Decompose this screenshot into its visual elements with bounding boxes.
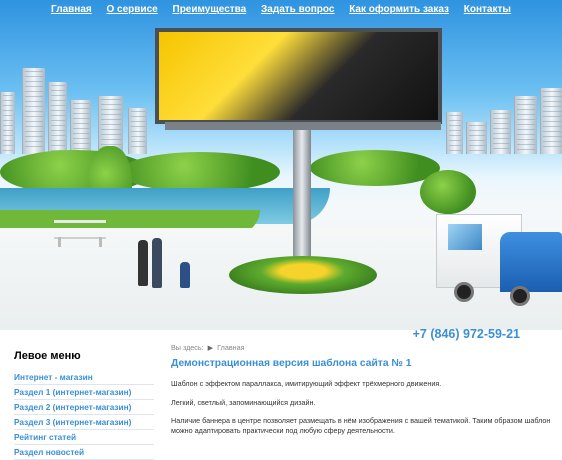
skyscraper bbox=[70, 100, 91, 154]
sidebar-item-news[interactable]: Раздел новостей bbox=[14, 445, 154, 460]
left-sidebar: Левое меню Интернет - магазин Раздел 1 (… bbox=[14, 350, 154, 460]
skyscraper bbox=[466, 122, 487, 154]
skyscraper bbox=[490, 110, 511, 154]
skyscraper bbox=[48, 82, 67, 154]
skyscraper bbox=[22, 68, 45, 154]
content-paragraph: Наличие баннера в центре позволяет разме… bbox=[171, 416, 551, 435]
breadcrumb-arrow-icon: ▶ bbox=[207, 343, 214, 352]
nav-about[interactable]: О сервисе bbox=[107, 4, 158, 15]
nav-contacts[interactable]: Контакты bbox=[464, 4, 511, 15]
parallax-header-scene: Главная О сервисе Преимущества Задать во… bbox=[0, 0, 562, 330]
content-paragraph: Шаблон с эффектом параллакса, имитирующи… bbox=[171, 379, 442, 388]
main-content: Вы здесь: ▶ Главная Демонстрационная вер… bbox=[171, 343, 562, 444]
truck-wheel bbox=[510, 286, 530, 306]
person-figure bbox=[138, 240, 148, 286]
skyscraper bbox=[514, 96, 537, 154]
sidebar-item-section-3[interactable]: Раздел 3 (интернет-магазин) bbox=[14, 415, 154, 430]
skyscraper bbox=[128, 108, 147, 154]
flowerbed bbox=[229, 256, 377, 294]
person-figure bbox=[180, 262, 190, 288]
tree-cluster bbox=[420, 170, 476, 214]
nav-how-to-order[interactable]: Как оформить заказ bbox=[349, 4, 449, 15]
breadcrumb: Вы здесь: ▶ Главная bbox=[171, 343, 562, 352]
sidebar-item-article-rating[interactable]: Рейтинг статей bbox=[14, 430, 154, 445]
page-title: Демонстрационная версия шаблона сайта № … bbox=[171, 358, 412, 369]
bench bbox=[54, 220, 106, 247]
skyscraper bbox=[446, 112, 463, 154]
breadcrumb-current: Главная bbox=[217, 343, 245, 352]
skyscraper bbox=[0, 92, 15, 154]
nav-home[interactable]: Главная bbox=[51, 4, 92, 15]
phone-number: +7 (846) 972-59-21 bbox=[412, 327, 520, 341]
sidebar-item-internet-shop[interactable]: Интернет - магазин bbox=[14, 370, 154, 385]
person-figure bbox=[152, 238, 162, 288]
breadcrumb-prefix: Вы здесь: bbox=[171, 343, 204, 352]
truck-box-graphic bbox=[448, 224, 482, 250]
tree-cluster bbox=[310, 150, 440, 186]
tree-cluster bbox=[120, 152, 280, 192]
sidebar-title: Левое меню bbox=[14, 350, 81, 362]
truck-cab bbox=[500, 232, 562, 292]
truck-wheel bbox=[454, 282, 474, 302]
top-navigation: Главная О сервисе Преимущества Задать во… bbox=[0, 4, 562, 15]
sidebar-item-section-2[interactable]: Раздел 2 (интернет-магазин) bbox=[14, 400, 154, 415]
billboard-car-image bbox=[155, 28, 442, 124]
sidebar-item-section-1[interactable]: Раздел 1 (интернет-магазин) bbox=[14, 385, 154, 400]
nav-ask-question[interactable]: Задать вопрос bbox=[261, 4, 334, 15]
nav-advantages[interactable]: Преимущества bbox=[173, 4, 247, 15]
billboard-pole bbox=[293, 130, 311, 265]
skyscraper bbox=[540, 88, 562, 154]
billboard-frame bbox=[165, 122, 441, 130]
content-paragraph: Легкий, светлый, запоминающийся дизайн. bbox=[171, 397, 316, 407]
